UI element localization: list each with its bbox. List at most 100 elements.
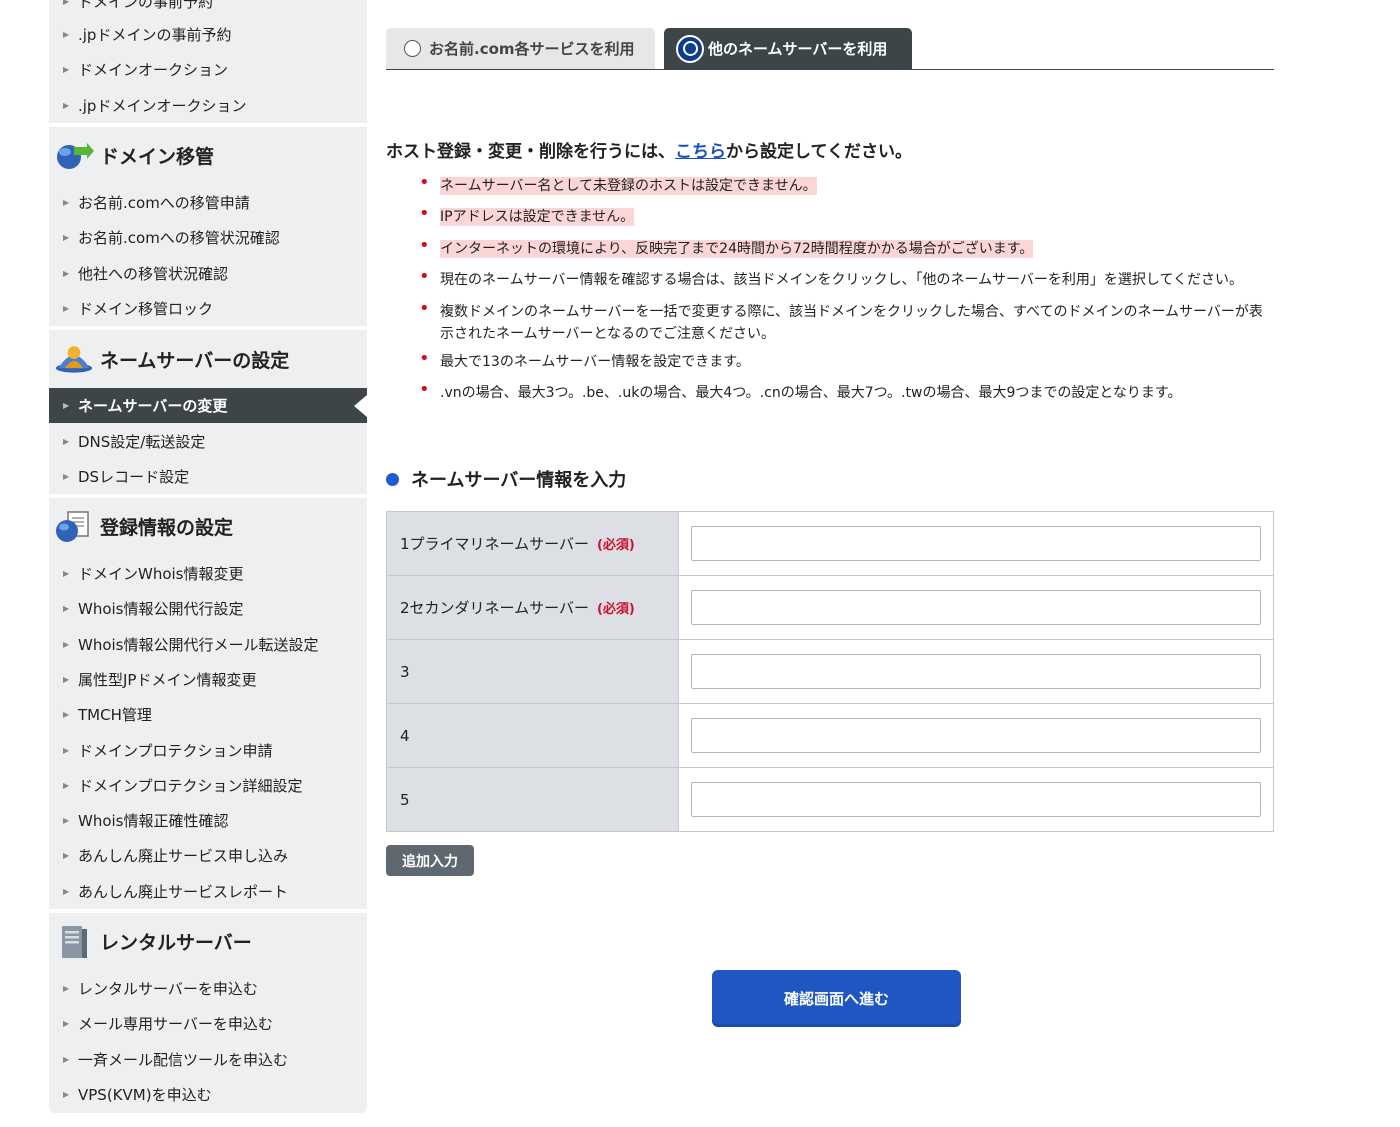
triangle-right-icon: ▶ [63,984,70,994]
sidebar-item-anshin-report[interactable]: ▶ あんしん廃止サービスレポート [49,874,367,909]
row-label-cell: 5 [386,767,679,832]
tab-label: 他のネームサーバーを利用 [708,40,888,58]
note-text: 複数ドメインのネームサーバーを一括で変更する際に、該当ドメインをクリックした場合… [440,303,1263,342]
sidebar-heading-transfer: ドメイン移管 [49,127,367,185]
required-badge: (必須) [596,538,635,553]
note-item-warning: IPアドレスは設定できません。 [419,203,1274,228]
sidebar-item-vps-apply[interactable]: ▶ VPS(KVM)を申込む [49,1077,367,1112]
sidebar-heading-nameserver: ネームサーバーの設定 [49,330,367,388]
triangle-right-icon: ▶ [63,604,70,614]
sidebar-heading-label: ネームサーバーの設定 [100,349,290,372]
add-input-button[interactable]: 追加入力 [386,845,474,876]
sidebar-item-whois-proxy[interactable]: ▶ Whois情報公開代行設定 [49,591,367,626]
sidebar-item-dns-settings[interactable]: ▶ DNS設定/転送設定 [49,423,367,458]
sidebar-item-label: .jpドメインの事前予約 [78,26,232,45]
triangle-right-icon: ▶ [63,303,70,313]
radio-ring [682,41,698,56]
sidebar-item-anshin-apply[interactable]: ▶ あんしん廃止サービス申し込み [49,838,367,873]
table-row: 5 [386,767,1274,832]
sidebar-item-label: TMCH管理 [78,706,152,725]
sidebar-item-domain-auction[interactable]: ▶ ドメインオークション [49,52,367,87]
sidebar-item-bulk-mail-apply[interactable]: ▶ 一斉メール配信ツールを申込む [49,1042,367,1077]
sidebar-item-jp-attribute-change[interactable]: ▶ 属性型JPドメイン情報変更 [49,662,367,697]
radio-selected-icon[interactable] [676,34,704,63]
proceed-to-confirm-button[interactable]: 確認画面へ進む [712,970,961,1027]
triangle-right-icon: ▶ [63,1089,70,1099]
note-item: 最大で13のネームサーバー情報を設定できます。 [419,348,1274,373]
note-text: ネームサーバー名として未登録のホストは設定できません。 [440,177,817,195]
user-globe-icon [54,342,94,376]
host-settings-link[interactable]: こちら [675,142,726,162]
tab-label: お名前.com各サービスを利用 [429,40,635,58]
sidebar-item-domain-prereservation[interactable]: ▶ ドメインの事前予約 [49,0,367,17]
tab-other-nameserver[interactable]: 他のネームサーバーを利用 [664,28,912,69]
nameserver-input-4[interactable] [691,718,1261,753]
note-item: 現在のネームサーバー情報を確認する場合は、該当ドメインをクリックし、「他のネーム… [419,266,1274,291]
sidebar-item-jp-prereservation[interactable]: ▶ .jpドメインの事前予約 [49,17,367,52]
triangle-right-icon: ▶ [63,780,70,790]
sidebar-item-transfer-lock[interactable]: ▶ ドメイン移管ロック [49,291,367,326]
row-label-cell: 1プライマリネームサーバー (必須) [386,511,679,576]
nameserver-input-1[interactable] [691,526,1261,561]
nameserver-input-2[interactable] [691,590,1261,625]
row-input-cell [678,511,1274,576]
note-text: 最大で13のネームサーバー情報を設定できます。 [440,353,750,370]
sidebar-item-tmch[interactable]: ▶ TMCH管理 [49,697,367,732]
notes-list: ネームサーバー名として未登録のホストは設定できません。 IPアドレスは設定できま… [419,172,1274,413]
nameserver-input-3[interactable] [691,654,1261,689]
sidebar: ▶ ドメインの事前予約 ▶ .jpドメインの事前予約 ▶ ドメインオークション … [49,0,367,1113]
row-label: 2セカンダリネームサーバー [400,599,589,617]
row-label: 4 [400,726,410,745]
intro-text-before: ホスト登録・変更・削除を行うには、 [386,142,675,162]
note-text: IPアドレスは設定できません。 [440,208,635,227]
sidebar-item-ds-record[interactable]: ▶ DSレコード設定 [49,459,367,494]
sidebar-item-label: あんしん廃止サービス申し込み [78,847,289,866]
triangle-right-icon: ▶ [63,851,70,861]
sidebar-partial-item-wrap: ▶ ドメインの事前予約 [49,0,367,17]
triangle-right-icon: ▶ [63,816,70,826]
row-label: 5 [400,790,410,809]
required-badge: (必須) [596,602,635,617]
sidebar-heading-label: レンタルサーバー [100,932,252,955]
sidebar-item-rental-apply[interactable]: ▶ レンタルサーバーを申込む [49,971,367,1006]
triangle-right-icon: ▶ [63,886,70,896]
globe-document-icon [54,510,94,544]
sidebar-heading-registration: 登録情報の設定 [49,498,367,556]
sidebar-item-whois-change[interactable]: ▶ ドメインWhois情報変更 [49,556,367,591]
sidebar-item-whois-proxy-mail[interactable]: ▶ Whois情報公開代行メール転送設定 [49,627,367,662]
sidebar-item-label: ドメインプロテクション詳細設定 [78,776,303,795]
table-row: 2セカンダリネームサーバー (必須) [386,575,1274,640]
note-item-warning: ネームサーバー名として未登録のホストは設定できません。 [419,172,1274,197]
nameserver-input-5[interactable] [691,782,1261,817]
sidebar-item-transfer-status[interactable]: ▶ お名前.comへの移管状況確認 [49,220,367,255]
triangle-right-icon: ▶ [63,0,70,7]
sidebar-item-transfer-apply[interactable]: ▶ お名前.comへの移管申請 [49,185,367,220]
sidebar-item-protection-detail[interactable]: ▶ ドメインプロテクション詳細設定 [49,768,367,803]
triangle-right-icon: ▶ [63,1019,70,1029]
sidebar-item-nameserver-change[interactable]: ▶ ネームサーバーの変更 [49,388,367,424]
sidebar-item-jp-auction[interactable]: ▶ .jpドメインオークション [49,88,367,123]
sidebar-item-label: DNS設定/転送設定 [78,432,206,451]
note-item-warning: インターネットの環境により、反映完了まで24時間から72時間程度かかる場合がござ… [419,235,1274,260]
row-input-cell [678,575,1274,640]
triangle-right-icon: ▶ [63,65,70,75]
sidebar-item-protection-apply[interactable]: ▶ ドメインプロテクション申請 [49,732,367,767]
table-row: 4 [386,703,1274,768]
section-title-nameserver-input: ネームサーバー情報を入力 [386,466,626,492]
sidebar-item-outbound-transfer-status[interactable]: ▶ 他社への移管状況確認 [49,255,367,290]
note-text: インターネットの環境により、反映完了まで24時間から72時間程度かかる場合がござ… [440,239,1034,258]
sidebar-item-whois-accuracy[interactable]: ▶ Whois情報正確性確認 [49,803,367,838]
triangle-right-icon: ▶ [63,233,70,243]
sidebar-heading-rental: レンタルサーバー [49,913,367,971]
radio-unselected-icon[interactable] [404,40,421,57]
triangle-right-icon: ▶ [63,710,70,720]
triangle-right-icon: ▶ [63,675,70,684]
sidebar-item-label: VPS(KVM)を申込む [78,1085,212,1104]
nameserver-type-tabs: お名前.com各サービスを利用 他のネームサーバーを利用 [386,28,1274,70]
triangle-right-icon: ▶ [63,198,70,208]
row-label-cell: 2セカンダリネームサーバー (必須) [386,575,679,640]
tab-onamae-services[interactable]: お名前.com各サービスを利用 [386,28,655,69]
triangle-right-icon: ▶ [63,569,70,579]
sidebar-item-mail-server-apply[interactable]: ▶ メール専用サーバーを申込む [49,1006,367,1041]
note-item: .vnの場合、最大3つ。.be、.ukの場合、最大4つ。.cnの場合、最大7つ。… [419,379,1274,404]
